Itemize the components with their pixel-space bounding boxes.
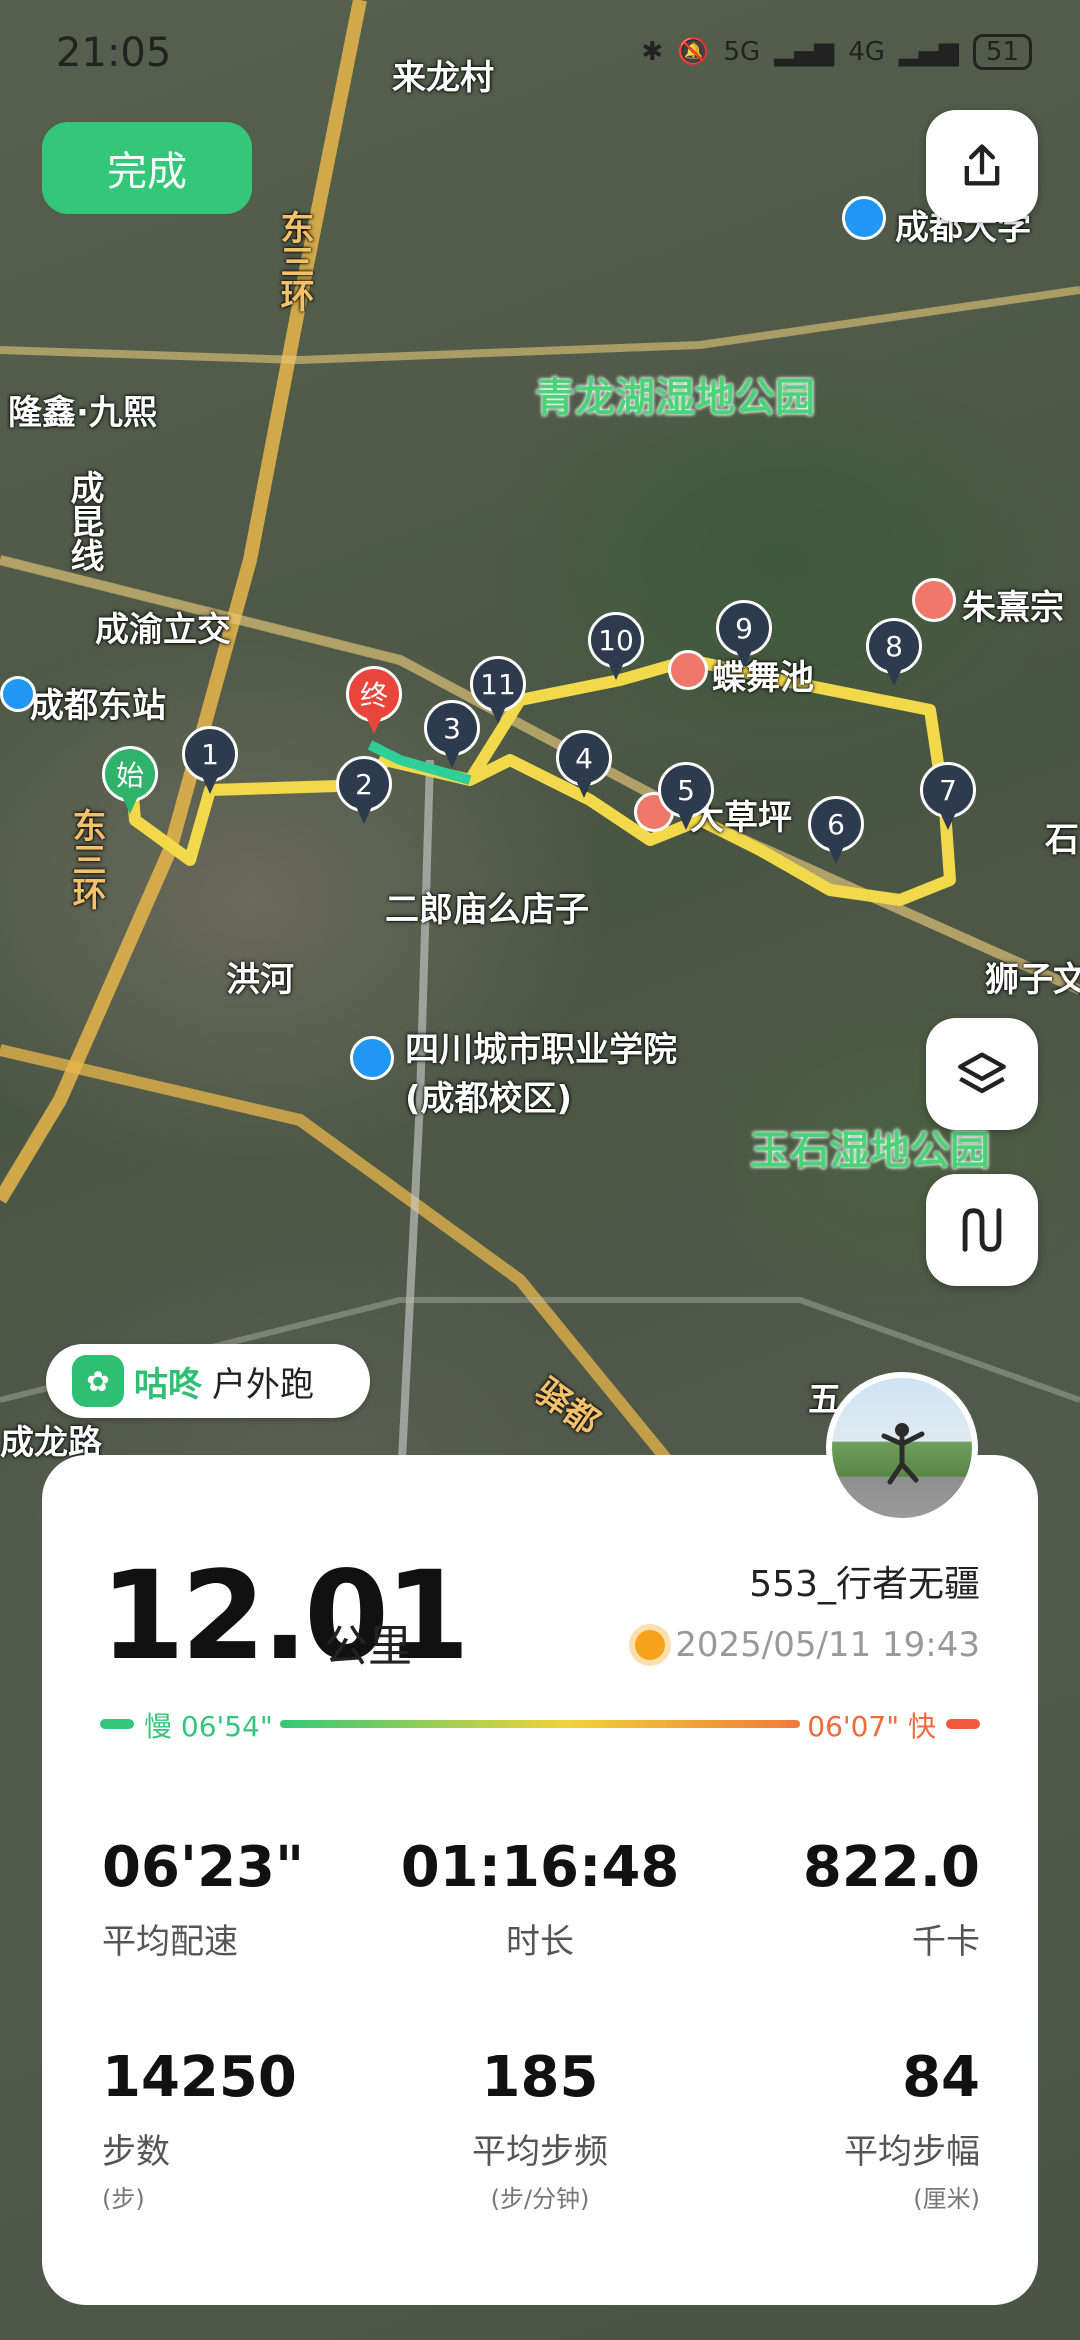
status-time: 21:05 <box>56 30 172 76</box>
signal-5g: 5G <box>723 37 761 67</box>
place-label: 朱熹宗 <box>962 588 1064 628</box>
done-button[interactable]: 完成 <box>42 122 252 214</box>
start-marker[interactable]: 始 <box>102 746 158 818</box>
stat-steps: 14250 步数 (步) <box>102 2045 297 2213</box>
pace-legend: 慢 06'54" 06'07" 快 <box>100 1705 980 1745</box>
place-label: 成都东站 <box>30 686 166 726</box>
map-layers-button[interactable] <box>926 1018 1038 1130</box>
place-label: 隆鑫·九熙 <box>8 393 157 433</box>
end-marker[interactable]: 终 <box>346 666 402 738</box>
signal-bars-icon: ▂▄▆ <box>898 37 959 67</box>
temple-poi-icon[interactable] <box>668 650 708 690</box>
km-marker[interactable]: 10 <box>588 612 644 684</box>
app-name: 咕咚 <box>134 1364 202 1405</box>
layers-icon <box>958 1052 1006 1094</box>
km-marker[interactable]: 2 <box>336 756 392 828</box>
place-label: 成渝立交 <box>95 610 231 650</box>
bluetooth-icon: ✱ <box>641 37 664 67</box>
battery-indicator: 51 <box>972 34 1032 70</box>
km-marker[interactable]: 7 <box>920 762 976 834</box>
mute-icon: 🔕 <box>677 37 710 67</box>
status-icons: ✱ 🔕 5G ▂▄▆ 4G ▂▄▆ 51 <box>641 34 1032 70</box>
datetime-text: 2025/05/11 19:43 <box>675 1625 980 1665</box>
slow-pace-swatch <box>100 1719 134 1729</box>
track-replay-button[interactable] <box>926 1174 1038 1286</box>
place-label: 成昆线 <box>64 470 104 572</box>
workout-summary-card: 12.01 公里 553_行者无疆 2025/05/11 19:43 慢 06'… <box>42 1455 1038 2305</box>
workout-mode: 户外跑 <box>212 1364 314 1405</box>
place-label: 东三环 <box>66 808 106 910</box>
place-label: 二郎庙么店子 <box>385 890 589 930</box>
temple-poi-icon[interactable] <box>912 578 956 622</box>
park-label: 青龙湖湿地公园 <box>535 375 815 421</box>
workout-datetime: 2025/05/11 19:43 <box>635 1625 980 1665</box>
pace-gradient-bar <box>280 1720 800 1728</box>
place-label: 洪河 <box>226 960 294 1000</box>
signal-bars-icon: ▂▄▆ <box>774 37 835 67</box>
share-button[interactable] <box>926 110 1038 222</box>
slow-pace-label: 慢 06'54" <box>144 1710 273 1743</box>
km-marker[interactable]: 11 <box>470 656 526 728</box>
km-marker[interactable]: 8 <box>866 618 922 690</box>
place-label: 四川城市职业学院(成都校区) <box>405 1030 677 1119</box>
sun-weather-icon <box>635 1630 666 1660</box>
distance-unit: 公里 <box>324 1621 412 1672</box>
codoon-logo-icon: ✿ <box>72 1355 124 1407</box>
station-poi-icon[interactable] <box>0 676 36 712</box>
signal-4g: 4G <box>848 37 885 67</box>
km-marker[interactable]: 1 <box>182 726 238 798</box>
km-marker[interactable]: 9 <box>716 600 772 672</box>
place-label: 狮子文 <box>985 960 1080 1000</box>
runner-photo <box>881 1423 925 1485</box>
fast-pace-swatch <box>946 1719 980 1729</box>
fast-pace-label: 06'07" 快 <box>807 1710 936 1743</box>
km-marker[interactable]: 4 <box>556 730 612 802</box>
stat-calories: 822.0 千卡 <box>802 1835 980 1962</box>
route-wave-icon <box>962 1208 1002 1252</box>
stat-stride: 84 平均步幅 (厘米) <box>844 2045 980 2213</box>
km-marker[interactable]: 5 <box>658 762 714 834</box>
place-label: 石 <box>1045 820 1079 860</box>
username: 553_行者无疆 <box>749 1564 980 1605</box>
km-marker[interactable]: 6 <box>808 796 864 868</box>
user-avatar[interactable] <box>826 1372 978 1524</box>
app-badge: ✿ 咕咚 户外跑 <box>46 1344 370 1418</box>
stat-cadence: 185 平均步频 (步/分钟) <box>472 2045 608 2213</box>
place-label: 东三环 <box>274 210 314 312</box>
school-poi-icon[interactable] <box>842 196 886 240</box>
share-icon <box>964 144 1000 186</box>
status-bar: 21:05 ✱ 🔕 5G ▂▄▆ 4G ▂▄▆ 51 <box>0 0 1080 100</box>
stat-duration: 01:16:48 时长 <box>400 1835 680 1962</box>
stat-avg-pace: 06'23" 平均配速 <box>102 1835 305 1962</box>
school-poi-icon[interactable] <box>350 1036 394 1080</box>
